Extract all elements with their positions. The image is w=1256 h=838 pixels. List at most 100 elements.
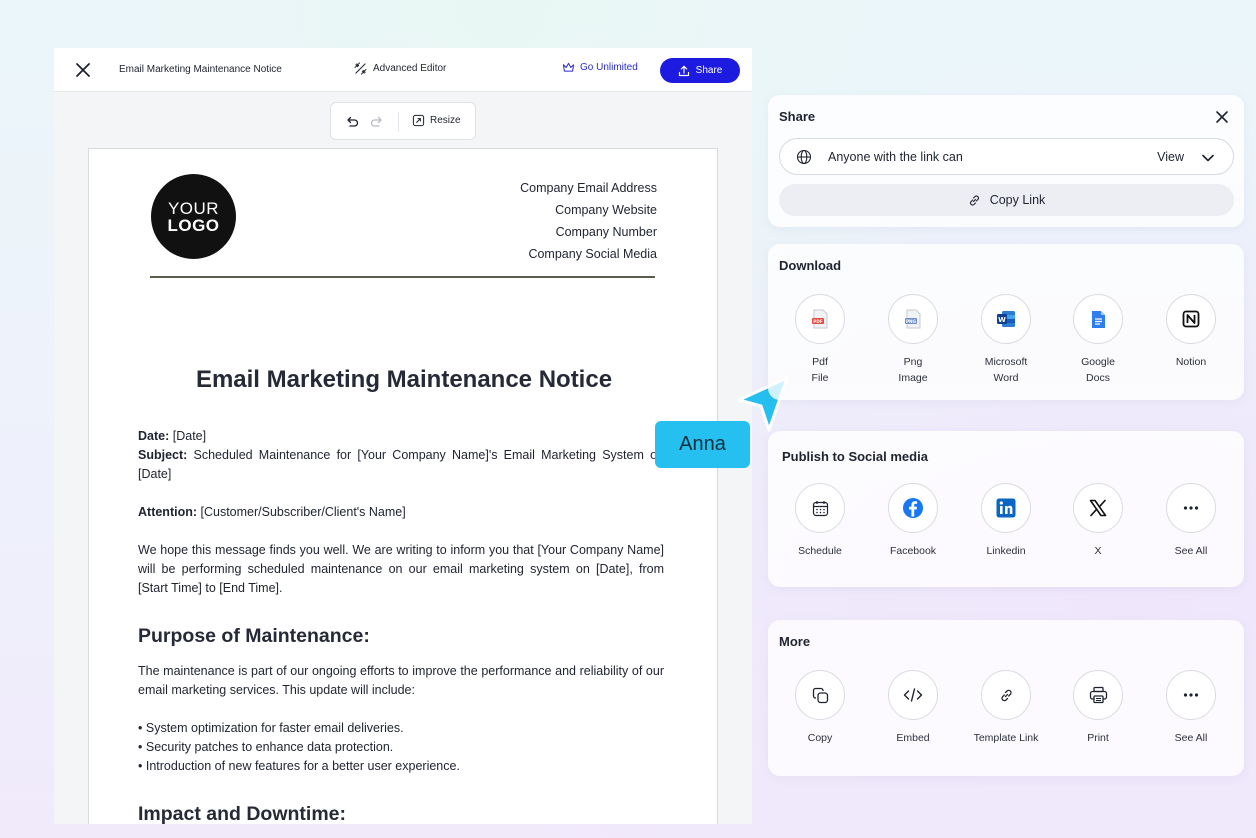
download-pdf-button[interactable]: PDF Pdf File: [774, 294, 866, 386]
download-png-button[interactable]: PNG Png Image: [867, 294, 959, 386]
share-panel-title: Share: [779, 109, 816, 124]
print-icon: [1089, 686, 1107, 704]
icon-circle: [795, 483, 845, 533]
copy-link-button[interactable]: Copy Link: [779, 184, 1234, 216]
contact-social: Company Social Media: [528, 247, 657, 261]
print-button[interactable]: Print: [1052, 670, 1144, 746]
maintenance-list: System optimization for faster email del…: [138, 719, 664, 776]
purpose-paragraph: The maintenance is part of our ongoing e…: [138, 664, 664, 697]
social-see-all-button[interactable]: See All: [1145, 483, 1237, 559]
contact-website: Company Website: [555, 203, 657, 217]
copy-link-label: Copy Link: [989, 193, 1046, 207]
social-label: Facebook: [889, 545, 937, 557]
icon-circle: PDF: [795, 294, 845, 344]
toolbar-divider: [398, 112, 399, 132]
icon-circle: [1166, 294, 1216, 344]
svg-text:PDF: PDF: [813, 319, 823, 324]
download-label-line1: Pdf: [812, 356, 828, 368]
list-item: Security patches to enhance data protect…: [138, 738, 664, 757]
share-label: Share: [695, 65, 723, 76]
social-label: Linkedin: [986, 545, 1026, 557]
icon-circle: W: [981, 294, 1031, 344]
subject-line: Subject: Scheduled Maintenance for [Your…: [138, 446, 664, 484]
social-options: Schedule Facebook Linkedin X See All: [768, 483, 1244, 583]
go-unlimited-label: Go Unlimited: [580, 62, 638, 73]
download-notion-button[interactable]: Notion: [1145, 294, 1237, 370]
icon-circle: [1166, 483, 1216, 533]
intro-paragraph: We hope this message finds you well. We …: [138, 543, 664, 595]
copy-button[interactable]: Copy: [774, 670, 866, 746]
download-label-line1: Microsoft: [984, 356, 1028, 368]
download-label: Microsoft Word: [960, 354, 1052, 386]
pdf-file-icon: PDF: [812, 309, 828, 329]
more-label: Embed: [896, 732, 930, 744]
icon-circle: [1073, 670, 1123, 720]
x-button[interactable]: X: [1052, 483, 1144, 559]
download-label-line2: File: [811, 372, 829, 384]
globe-icon: [796, 149, 812, 165]
subject-value: Scheduled Maintenance for [Your Company …: [138, 448, 664, 481]
google-docs-icon: [1091, 310, 1105, 328]
close-icon[interactable]: [1214, 109, 1230, 125]
download-label-line2: Word: [993, 372, 1019, 384]
advanced-editor-label: Advanced Editor: [373, 63, 447, 74]
purpose-heading: Purpose of Maintenance:: [138, 625, 370, 647]
canvas-toolbar: Resize: [330, 102, 476, 140]
icon-circle: [1166, 670, 1216, 720]
embed-button[interactable]: Embed: [867, 670, 959, 746]
date-value: [Date]: [169, 429, 207, 443]
attention-line: Attention: [Customer/Subscriber/Client's…: [138, 503, 664, 522]
facebook-button[interactable]: Facebook: [867, 483, 959, 559]
download-label: Pdf File: [774, 354, 866, 386]
download-options: PDF Pdf File PNG Png Image W Microsoft Word…: [768, 294, 1244, 394]
more-see-all-button[interactable]: See All: [1145, 670, 1237, 746]
linkedin-icon: [996, 498, 1016, 518]
advanced-editor-button[interactable]: Advanced Editor: [354, 62, 446, 75]
contact-email: Company Email Address: [520, 181, 657, 195]
more-label: See All: [1174, 732, 1208, 744]
crown-icon: [562, 62, 575, 72]
link-access-dropdown[interactable]: Anyone with the link can View: [779, 138, 1234, 175]
template-link-button[interactable]: Template Link: [960, 670, 1052, 746]
more-icon: [1183, 693, 1199, 697]
download-label-line1: Notion: [1175, 356, 1207, 368]
facebook-icon: [903, 498, 923, 518]
document-page[interactable]: YOUR LOGO Company Email Address Company …: [88, 148, 718, 824]
undo-icon[interactable]: [344, 114, 360, 130]
more-panel: More Copy Embed Template Link Print See …: [768, 620, 1244, 776]
icon-circle: [981, 483, 1031, 533]
redo-icon[interactable]: [369, 114, 385, 130]
microsoft-word-icon: W: [997, 311, 1015, 327]
download-label: Google Docs: [1052, 354, 1144, 386]
download-label-line1: Google: [1081, 356, 1115, 368]
close-icon[interactable]: [74, 61, 92, 79]
download-google-docs-button[interactable]: Google Docs: [1052, 294, 1144, 386]
svg-text:W: W: [998, 316, 1006, 324]
svg-text:PNG: PNG: [906, 319, 917, 324]
download-label-line1: Png: [903, 356, 923, 368]
link-access-text: Anyone with the link can: [828, 150, 963, 164]
document-title: Email Marketing Maintenance Notice: [119, 64, 282, 75]
link-access-role: View: [1157, 150, 1184, 164]
icon-circle: [981, 670, 1031, 720]
contact-number: Company Number: [555, 225, 657, 239]
download-label-line2: Docs: [1086, 372, 1110, 384]
date-label: Date:: [138, 429, 170, 443]
document-body: Date: [Date] Subject: Scheduled Maintena…: [138, 427, 664, 824]
schedule-button[interactable]: Schedule: [774, 483, 866, 559]
social-panel: Publish to Social media Schedule Faceboo…: [768, 431, 1244, 587]
download-word-button[interactable]: W Microsoft Word: [960, 294, 1052, 386]
linkedin-button[interactable]: Linkedin: [960, 483, 1052, 559]
tools-icon: [354, 62, 367, 75]
resize-button[interactable]: Resize: [412, 114, 461, 127]
attention-value: [Customer/Subscriber/Client's Name]: [197, 505, 406, 519]
more-label: Print: [1087, 732, 1109, 744]
icon-circle: [795, 670, 845, 720]
share-button[interactable]: Share: [660, 58, 740, 83]
go-unlimited-button[interactable]: Go Unlimited: [562, 62, 638, 73]
download-label-line2: Image: [898, 372, 928, 384]
notion-icon: [1182, 310, 1200, 328]
icon-circle: PNG: [888, 294, 938, 344]
editor-topbar: Email Marketing Maintenance Notice Advan…: [54, 48, 752, 92]
icon-circle: [888, 670, 938, 720]
